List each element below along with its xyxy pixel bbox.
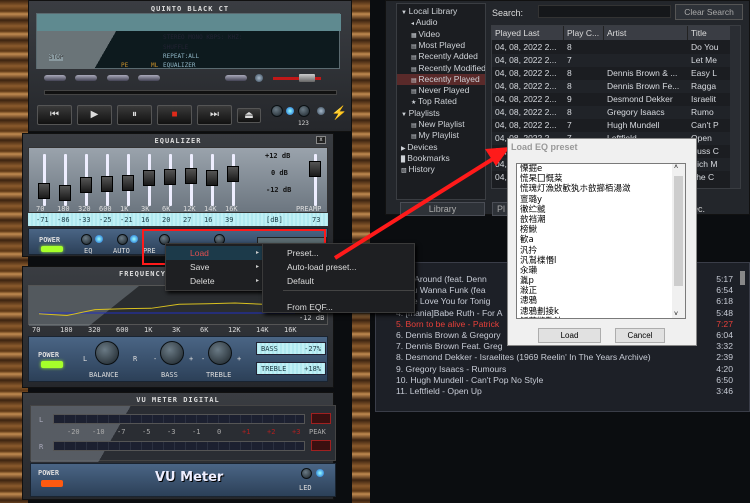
- preset-item[interactable]: 汆瓎: [517, 266, 685, 276]
- preset-item[interactable]: 歓a: [517, 235, 685, 245]
- arrow-shaft: [333, 155, 498, 260]
- preset-item[interactable]: 亶璐y: [517, 195, 685, 205]
- preset-item[interactable]: 潊正: [517, 286, 685, 296]
- preset-item[interactable]: 漶鴉劃掕k: [517, 307, 685, 317]
- preset-item[interactable]: 漶鴉: [517, 296, 685, 306]
- scroll-up-icon[interactable]: ˄: [674, 164, 678, 171]
- load-button[interactable]: Load: [538, 328, 601, 343]
- preset-item[interactable]: 徹纻虩: [517, 205, 685, 215]
- preset-item[interactable]: 敨裆潮: [517, 215, 685, 225]
- preset-item[interactable]: 湚p: [517, 276, 685, 286]
- preset-item[interactable]: 慄掘e: [517, 164, 685, 174]
- preset-item[interactable]: 榜鰍: [517, 225, 685, 235]
- preset-item[interactable]: 汎鵥楪惽l: [517, 256, 685, 266]
- preset-item[interactable]: 觚萦慾歎汁e: [517, 317, 685, 318]
- preset-item[interactable]: 慌瑰灯漁敚歓犱ホ敨擳栢湯潋: [517, 184, 685, 194]
- preset-scrollbar[interactable]: ˄ ˅: [672, 164, 685, 318]
- cancel-button[interactable]: Cancel: [615, 328, 665, 343]
- preset-item[interactable]: 汎扲: [517, 246, 685, 256]
- scroll-down-icon[interactable]: ˅: [674, 311, 678, 318]
- dialog-title: Load EQ preset: [511, 142, 578, 152]
- preset-listbox[interactable]: 慄掘e 慌杲囗慨棻 慌瑰灯漁敚歓犱ホ敨擳栢湯潋 亶璐y 徹纻虩 敨裆潮 榜鰍 歓a 汎扲 汎鵥楪惽…: [516, 163, 686, 319]
- preset-list: 慄掘e 慌杲囗慨棻 慌瑰灯漁敚歓犱ホ敨擳栢湯潋 亶璐y 徹纻虩 敨裆潮 榜鰍 歓a 汎扲 汎鵥楪惽…: [517, 164, 685, 318]
- preset-scroll-thumb[interactable]: [674, 176, 683, 286]
- preset-item[interactable]: 慌杲囗慨棻: [517, 174, 685, 184]
- load-eq-preset-dialog: Load EQ preset 慄掘e 慌杲囗慨棻 慌瑰灯漁敚歓犱ホ敨擳栢湯潋 亶璐y 徹…: [507, 138, 697, 346]
